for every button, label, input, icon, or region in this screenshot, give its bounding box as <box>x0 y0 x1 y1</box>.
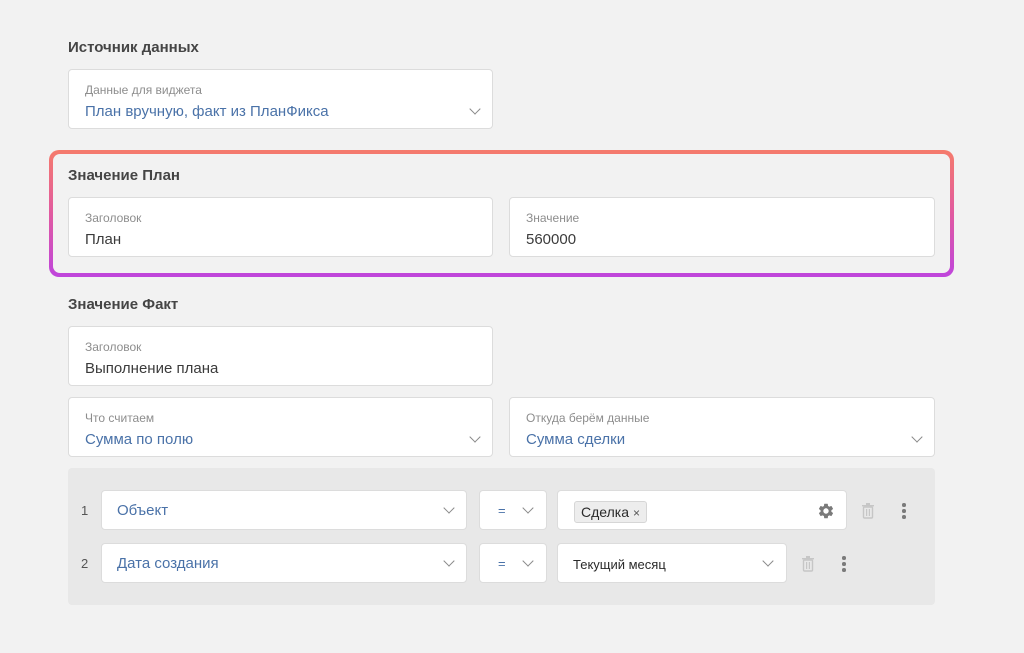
trash-icon[interactable] <box>860 502 876 519</box>
filter-operator-select[interactable]: = <box>479 490 547 530</box>
section-title-source: Источник данных <box>68 39 199 56</box>
what-count-value: Сумма по полю <box>85 431 194 448</box>
filter-field-select[interactable]: Дата создания <box>101 543 467 583</box>
plan-value-field[interactable]: Значение 560000 <box>509 197 935 257</box>
plan-value-label: Значение <box>526 211 580 225</box>
filter-row-number: 2 <box>81 556 89 571</box>
data-from-value: Сумма сделки <box>526 431 626 448</box>
fact-heading-field[interactable]: Заголовок Выполнение плана <box>68 326 493 386</box>
widget-data-label: Данные для виджета <box>85 83 202 97</box>
filter-value: Текущий месяц <box>573 557 666 572</box>
plan-heading-value: План <box>85 231 122 248</box>
gear-icon[interactable] <box>817 502 835 520</box>
widget-data-select[interactable]: Данные для виджета План вручную, факт из… <box>68 69 493 129</box>
value-chip: Сделка × <box>574 501 648 523</box>
chevron-down-icon <box>443 502 455 514</box>
chevron-down-icon <box>443 555 455 567</box>
more-vertical-icon[interactable] <box>902 503 906 522</box>
widget-data-value: План вручную, факт из ПланФикса <box>85 103 329 120</box>
chevron-down-icon <box>911 431 923 443</box>
filter-value-select[interactable]: Текущий месяц <box>557 543 787 583</box>
filter-row-number: 1 <box>81 503 89 518</box>
plan-heading-field[interactable]: Заголовок План <box>68 197 493 257</box>
data-from-select[interactable]: Откуда берём данные Сумма сделки <box>509 397 935 457</box>
chevron-down-icon <box>762 555 774 567</box>
chevron-down-icon <box>469 103 481 115</box>
chevron-down-icon <box>522 502 534 514</box>
close-icon[interactable]: × <box>633 506 640 520</box>
section-title-plan: Значение План <box>68 167 180 184</box>
plan-value-value: 560000 <box>526 231 577 248</box>
filters-panel <box>68 468 935 605</box>
filter-operator-value: = <box>498 503 506 518</box>
what-count-select[interactable]: Что считаем Сумма по полю <box>68 397 493 457</box>
data-from-label: Откуда берём данные <box>526 411 650 425</box>
fact-heading-label: Заголовок <box>85 340 142 354</box>
what-count-label: Что считаем <box>85 411 155 425</box>
chevron-down-icon <box>469 431 481 443</box>
chevron-down-icon <box>522 555 534 567</box>
filter-operator-select[interactable]: = <box>479 543 547 583</box>
filter-field-value: Дата создания <box>117 555 219 572</box>
filter-field-select[interactable]: Объект <box>101 490 467 530</box>
filter-operator-value: = <box>498 556 506 571</box>
more-vertical-icon[interactable] <box>842 556 846 575</box>
filter-value-multiselect[interactable]: Сделка × <box>557 490 847 530</box>
filter-field-value: Объект <box>117 502 169 519</box>
fact-heading-value: Выполнение плана <box>85 360 219 377</box>
plan-heading-label: Заголовок <box>85 211 142 225</box>
chip-label: Сделка <box>581 504 629 520</box>
trash-icon[interactable] <box>800 555 816 572</box>
section-title-fact: Значение Факт <box>68 296 179 313</box>
